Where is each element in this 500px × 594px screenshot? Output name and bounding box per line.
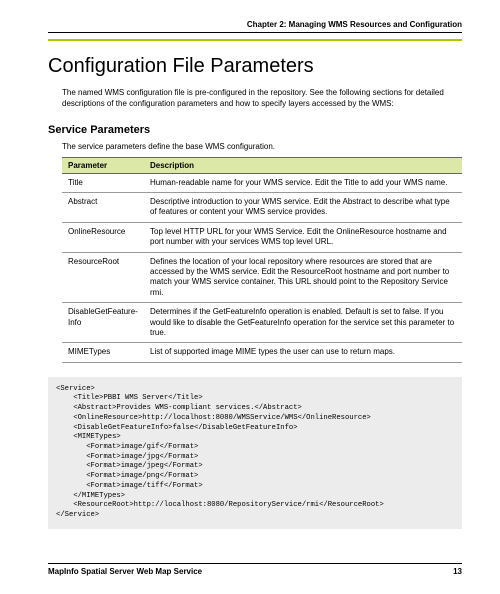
param-name: DisableGetFeature-Info <box>62 303 144 343</box>
page-footer: MapInfo Spatial Server Web Map Service 1… <box>48 563 462 576</box>
table-row: Abstract Descriptive introduction to you… <box>62 192 462 222</box>
param-desc: Top level HTTP URL for your WMS Service.… <box>144 222 462 252</box>
param-desc: Determines if the GetFeatureInfo operati… <box>144 303 462 343</box>
table-row: Title Human-readable name for your WMS s… <box>62 173 462 192</box>
parameters-table: Parameter Description Title Human-readab… <box>62 157 462 363</box>
param-name: Abstract <box>62 192 144 222</box>
header-rule <box>48 32 462 33</box>
param-desc: Human-readable name for your WMS service… <box>144 173 462 192</box>
table-row: OnlineResource Top level HTTP URL for yo… <box>62 222 462 252</box>
code-sample: <Service> <Title>PBBI WMS Server</Title>… <box>48 377 462 529</box>
section-description: The service parameters define the base W… <box>62 142 462 151</box>
section-heading: Service Parameters <box>48 124 462 136</box>
col-header-description: Description <box>144 157 462 173</box>
param-desc: List of supported image MIME types the u… <box>144 343 462 362</box>
table-row: ResourceRoot Defines the location of you… <box>62 252 462 303</box>
param-name: ResourceRoot <box>62 252 144 303</box>
page-title: Configuration File Parameters <box>48 55 462 78</box>
table-row: DisableGetFeature-Info Determines if the… <box>62 303 462 343</box>
footer-page-number: 13 <box>453 567 462 576</box>
col-header-parameter: Parameter <box>62 157 144 173</box>
param-desc: Defines the location of your local repos… <box>144 252 462 303</box>
footer-rule <box>48 563 462 564</box>
footer-product: MapInfo Spatial Server Web Map Service <box>48 567 202 576</box>
table-row: MIMETypes List of supported image MIME t… <box>62 343 462 362</box>
chapter-header: Chapter 2: Managing WMS Resources and Co… <box>48 20 462 29</box>
param-name: OnlineResource <box>62 222 144 252</box>
param-name: MIMETypes <box>62 343 144 362</box>
param-desc: Descriptive introduction to your WMS ser… <box>144 192 462 222</box>
intro-paragraph: The named WMS configuration file is pre-… <box>62 88 462 110</box>
param-name: Title <box>62 173 144 192</box>
accent-rule <box>48 39 462 41</box>
